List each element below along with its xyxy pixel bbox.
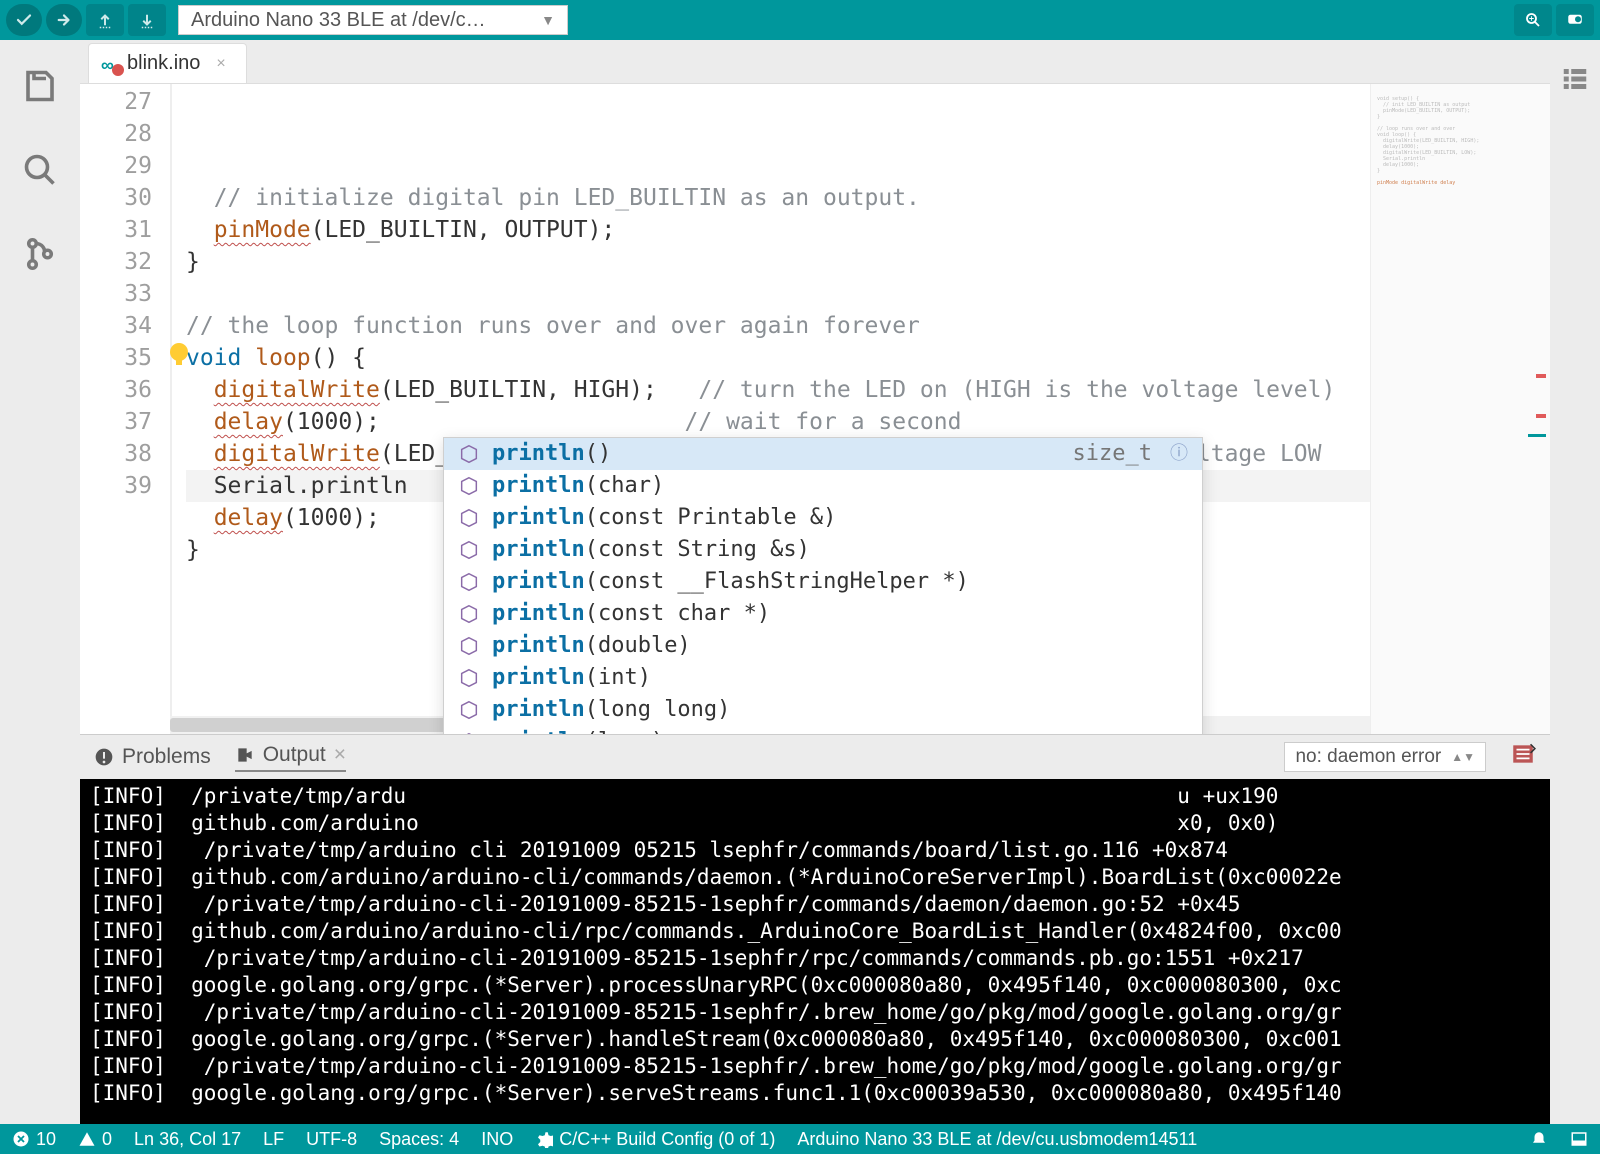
method-icon xyxy=(458,507,480,529)
main-area: blink.ino × 27282930313233343536373839 /… xyxy=(0,40,1600,1124)
method-icon xyxy=(458,475,480,497)
editor-tab-blink[interactable]: blink.ino × xyxy=(88,43,247,83)
chevron-updown-icon: ▲▼ xyxy=(1451,750,1475,764)
code-line[interactable]: // the loop function runs over and over … xyxy=(186,310,1370,342)
code-line[interactable]: pinMode(LED_BUILTIN, OUTPUT); xyxy=(186,214,1370,246)
code-line[interactable]: digitalWrite(LED_BUILTIN, HIGH); // turn… xyxy=(186,374,1370,406)
panel-tab-problems[interactable]: Problems xyxy=(94,745,211,769)
line-number: 35 xyxy=(80,342,152,374)
serial-monitor-button[interactable] xyxy=(1556,4,1594,36)
minimap-viewport-marker xyxy=(1528,434,1546,437)
close-tab-icon[interactable]: × xyxy=(216,55,225,73)
method-icon xyxy=(458,603,480,625)
editor-tabbar: blink.ino × xyxy=(80,40,1550,84)
source-control-icon[interactable] xyxy=(20,234,60,274)
autocomplete-item[interactable]: println(double) xyxy=(444,630,1202,662)
close-panel-tab-icon[interactable]: × xyxy=(334,743,346,767)
code-line[interactable]: // initialize digital pin LED_BUILTIN as… xyxy=(186,182,1370,214)
panel-tab-output[interactable]: Output × xyxy=(235,743,346,772)
autocomplete-item[interactable]: println() size_tⓘ xyxy=(444,438,1202,470)
clear-output-button[interactable] xyxy=(1510,741,1536,773)
status-board[interactable]: Arduino Nano 33 BLE at /dev/cu.usbmodem1… xyxy=(797,1129,1197,1150)
line-number: 32 xyxy=(80,246,152,278)
method-icon xyxy=(458,539,480,561)
notifications-icon[interactable] xyxy=(1530,1130,1548,1148)
panel-tab-output-label: Output xyxy=(263,743,326,767)
autocomplete-item[interactable]: println(const String &s) xyxy=(444,534,1202,566)
autocomplete-item[interactable]: println(long) xyxy=(444,726,1202,734)
code-line[interactable]: delay(1000); // wait for a second xyxy=(186,406,1370,438)
board-selector[interactable]: Arduino Nano 33 BLE at /dev/c… ▼ xyxy=(178,5,568,35)
line-number: 34 xyxy=(80,310,152,342)
status-build-config[interactable]: C/C++ Build Config (0 of 1) xyxy=(535,1129,775,1150)
autocomplete-item[interactable]: println(char) xyxy=(444,470,1202,502)
ino-file-icon xyxy=(101,54,121,74)
autocomplete-item[interactable]: println(long long) xyxy=(444,694,1202,726)
status-warnings[interactable]: 0 xyxy=(78,1129,112,1150)
autocomplete-item[interactable]: println(const Printable &) xyxy=(444,502,1202,534)
verify-button[interactable] xyxy=(6,4,42,36)
outline-icon[interactable] xyxy=(1558,64,1592,98)
status-eol[interactable]: LF xyxy=(263,1129,284,1150)
minimap-error-marker xyxy=(1536,374,1546,378)
upload-button[interactable] xyxy=(46,4,82,36)
right-rail xyxy=(1550,40,1600,1124)
terminal-output[interactable]: [INFO] /private/tmp/ardu u +ux190 [INFO]… xyxy=(80,779,1550,1124)
method-icon xyxy=(458,731,480,734)
method-icon xyxy=(458,635,480,657)
output-channel-label: no: daemon error xyxy=(1295,746,1441,768)
method-icon xyxy=(458,699,480,721)
method-icon xyxy=(458,571,480,593)
tab-filename: blink.ino xyxy=(127,52,200,75)
code-line[interactable]: void loop() { xyxy=(186,342,1370,374)
line-number: 27 xyxy=(80,86,152,118)
import-button[interactable] xyxy=(128,4,166,36)
line-number: 28 xyxy=(80,118,152,150)
method-icon xyxy=(458,443,480,465)
line-number: 31 xyxy=(80,214,152,246)
status-warnings-count: 0 xyxy=(102,1129,112,1150)
bottom-panel: Problems Output × no: daemon error ▲▼ [I… xyxy=(80,734,1550,1124)
activity-bar xyxy=(0,40,80,1124)
line-number-gutter: 27282930313233343536373839 xyxy=(80,84,170,734)
code-line[interactable]: } xyxy=(186,246,1370,278)
line-number: 37 xyxy=(80,406,152,438)
line-number: 30 xyxy=(80,182,152,214)
status-cursor-position[interactable]: Ln 36, Col 17 xyxy=(134,1129,241,1150)
layout-toggle-icon[interactable] xyxy=(1570,1130,1588,1148)
chevron-down-icon: ▼ xyxy=(541,12,555,28)
autocomplete-item[interactable]: println(const char *) xyxy=(444,598,1202,630)
lightbulb-icon[interactable] xyxy=(170,343,188,361)
status-errors-count: 10 xyxy=(36,1129,56,1150)
editor-area: blink.ino × 27282930313233343536373839 /… xyxy=(80,40,1550,734)
panel-tab-problems-label: Problems xyxy=(122,745,211,769)
minimap[interactable]: void setup() { // init LED_BUILTIN as ou… xyxy=(1370,84,1550,734)
board-selector-label: Arduino Nano 33 BLE at /dev/c… xyxy=(191,9,486,32)
top-toolbar: Arduino Nano 33 BLE at /dev/c… ▼ xyxy=(0,0,1600,40)
output-channel-selector[interactable]: no: daemon error ▲▼ xyxy=(1284,742,1486,772)
serial-plotter-button[interactable] xyxy=(1514,4,1552,36)
panel-tabbar: Problems Output × no: daemon error ▲▼ xyxy=(80,735,1550,779)
minimap-error-marker xyxy=(1536,414,1546,418)
info-icon[interactable]: ⓘ xyxy=(1170,438,1188,470)
search-icon[interactable] xyxy=(20,150,60,190)
line-number: 33 xyxy=(80,278,152,310)
status-language[interactable]: INO xyxy=(481,1129,513,1150)
autocomplete-popup[interactable]: println() size_tⓘ println(char) println(… xyxy=(443,437,1203,734)
code-editor[interactable]: 27282930313233343536373839 // initialize… xyxy=(80,84,1550,734)
method-icon xyxy=(458,667,480,689)
status-errors[interactable]: 10 xyxy=(12,1129,56,1150)
line-number: 39 xyxy=(80,470,152,502)
autocomplete-item[interactable]: println(int) xyxy=(444,662,1202,694)
status-encoding[interactable]: UTF-8 xyxy=(306,1129,357,1150)
line-number: 38 xyxy=(80,438,152,470)
code-line[interactable] xyxy=(186,278,1370,310)
explorer-icon[interactable] xyxy=(20,66,60,106)
line-number: 29 xyxy=(80,150,152,182)
autocomplete-item[interactable]: println(const __FlashStringHelper *) xyxy=(444,566,1202,598)
status-indentation[interactable]: Spaces: 4 xyxy=(379,1129,459,1150)
status-bar: 10 0 Ln 36, Col 17 LF UTF-8 Spaces: 4 IN… xyxy=(0,1124,1600,1154)
export-button[interactable] xyxy=(86,4,124,36)
line-number: 36 xyxy=(80,374,152,406)
